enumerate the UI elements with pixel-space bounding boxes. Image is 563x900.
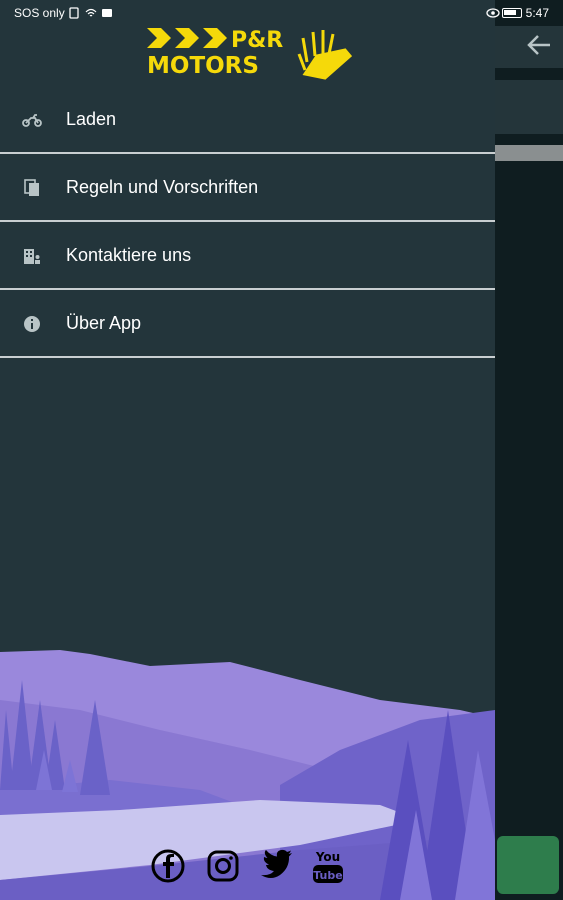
svg-text:Tube: Tube xyxy=(313,869,342,882)
menu-item-label: Laden xyxy=(66,108,117,129)
svg-text:You: You xyxy=(315,850,340,864)
twitter-icon[interactable] xyxy=(258,848,294,884)
drawer-menu: Laden Regeln und Vorschriften Kontaktier… xyxy=(0,86,495,358)
eye-icon xyxy=(485,7,500,19)
social-links: You Tube xyxy=(150,848,350,888)
contact-building-icon xyxy=(22,246,42,266)
documents-icon xyxy=(22,178,42,198)
status-bar: SOS only 5:47 xyxy=(0,0,563,26)
menu-item-regeln[interactable]: Regeln und Vorschriften xyxy=(0,154,495,222)
navigation-drawer: P&R MOTORS Laden Regeln und Vorschriften xyxy=(0,0,495,900)
sim-icon xyxy=(69,7,81,19)
svg-text:MOTORS: MOTORS xyxy=(147,53,259,79)
wifi-icon xyxy=(85,7,97,19)
youtube-icon[interactable]: You Tube xyxy=(310,848,346,884)
status-time: 5:47 xyxy=(525,6,549,20)
menu-item-label: Über App xyxy=(66,312,142,333)
instagram-icon[interactable] xyxy=(205,848,241,884)
menu-item-about[interactable]: Über App xyxy=(0,290,495,358)
motorcycle-icon xyxy=(22,110,42,130)
menu-item-laden[interactable]: Laden xyxy=(0,86,495,154)
svg-text:P&R: P&R xyxy=(231,28,283,53)
back-arrow-icon[interactable] xyxy=(524,30,556,60)
battery-icon xyxy=(501,8,522,18)
facebook-icon[interactable] xyxy=(150,848,186,884)
brand-logo: P&R MOTORS xyxy=(147,28,353,80)
background-panel xyxy=(495,80,563,134)
menu-item-label: Regeln und Vorschriften xyxy=(66,176,259,197)
menu-item-label: Kontaktiere uns xyxy=(66,244,192,265)
status-carrier-text: SOS only xyxy=(14,6,65,20)
notification-icon xyxy=(101,7,113,19)
menu-item-kontakt[interactable]: Kontaktiere uns xyxy=(0,222,495,290)
info-icon xyxy=(22,314,42,334)
background-action-button[interactable] xyxy=(497,836,559,894)
background-progress-strip xyxy=(495,145,563,161)
